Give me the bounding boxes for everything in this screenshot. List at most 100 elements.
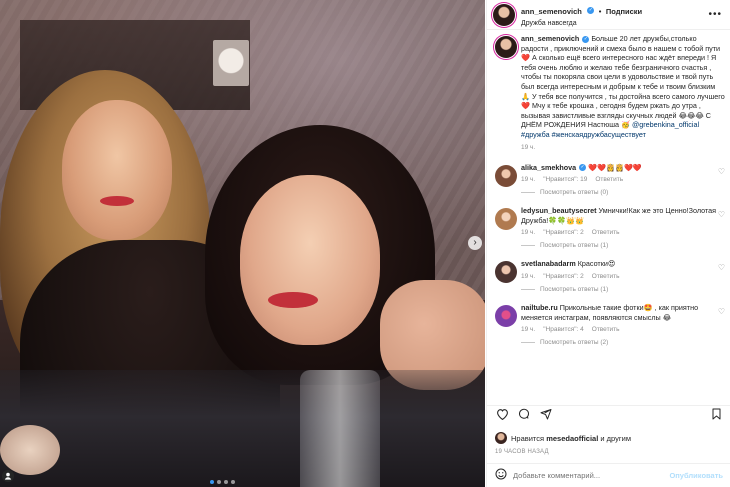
comment-likes[interactable]: "Нравится": 2 [543,273,584,280]
photo-person-right-face [240,175,380,345]
comment-avatar[interactable] [495,208,517,231]
post-location[interactable]: Дружба навсегда [521,20,642,28]
post-header: ann_semenovich ✓ • Подписки Дружба навсе… [487,0,730,30]
comment-meta: 19 ч. "Нравится": 2 Ответить [521,273,725,280]
comment-text-block: ledysun_beautysecret Умнички!Как же это … [521,206,725,225]
comment-avatar[interactable] [495,304,517,327]
verified-badge-icon: ✓ [579,164,587,172]
following-button[interactable]: Подписки [606,7,642,16]
comment-text-block: nailtube.ru Прикольные такие фотки🤩 , ка… [521,303,725,322]
likes-suffix[interactable]: и другим [600,434,631,443]
comment-username[interactable]: alika_smekhova [521,163,576,172]
photo-person-right-lips [268,292,318,308]
comment-meta: 19 ч. "Нравится": 4 Ответить [521,326,725,333]
comment-meta: 19 ч. "Нравится": 2 Ответить [521,229,725,236]
share-icon[interactable] [539,408,553,423]
photo-plate [0,425,60,475]
comment-like-heart-icon[interactable]: ♡ [718,263,725,272]
view-replies-label[interactable]: Посмотреть ответы (1) [540,286,608,293]
view-replies-label[interactable]: Посмотреть ответы (0) [540,189,608,196]
liker-avatar[interactable] [495,432,507,444]
comment-reply-button[interactable]: Ответить [595,176,623,183]
verified-badge-icon: ✓ [587,6,595,14]
post-header-names: ann_semenovich ✓ • Подписки Дружба навсе… [521,1,642,27]
caption-text: Больше 20 лет дружбы,столько радости , п… [521,34,725,130]
add-comment-bar: Опубликовать [487,463,730,487]
comment-item: ledysun_beautysecret Умнички!Как же это … [487,206,730,249]
more-horizontal-icon[interactable]: ••• [708,9,722,20]
caption-mention[interactable]: @grebenkina_official [632,120,699,129]
comment-username[interactable]: svetlanabadarm [521,259,576,268]
carousel-dot [210,480,214,484]
carousel-dot [231,480,235,484]
post-actions-bar [487,405,730,425]
liker-username[interactable]: mesedaofficial [546,434,598,443]
comment-item: nailtube.ru Прикольные такие фотки🤩 , ка… [487,303,730,346]
comment-text: ❤️❤️👸👸❤️❤️ [588,162,642,172]
replies-line [521,192,535,194]
carousel-dot [217,480,221,484]
post-timestamp[interactable]: 19 часов назад [495,449,549,455]
comment-text-block: alika_smekhova ✓ ❤️❤️👸👸❤️❤️ [521,163,725,173]
carousel-dots [210,480,235,484]
caption-hashtags[interactable]: #дружба #женскаядружбасуществует [521,130,646,139]
photo-poster [213,40,249,86]
next-photo-arrow-icon[interactable]: › [468,236,482,250]
likes-summary[interactable]: Нравится mesedaofficial и другим [495,432,631,444]
comment-item: alika_smekhova ✓ ❤️❤️👸👸❤️❤️ 19 ч. "Нрави… [487,163,730,196]
author-avatar[interactable] [493,3,515,26]
comment-likes[interactable]: "Нравится": 4 [543,326,584,333]
comment-reply-button[interactable]: Ответить [592,229,620,236]
caption-username[interactable]: ann_semenovich [521,34,579,43]
photo-person-left-face [62,100,172,240]
caption-author-avatar[interactable] [495,36,517,58]
comment-username[interactable]: nailtube.ru [521,303,558,312]
likes-prefix: Нравится [511,433,545,443]
comment-likes[interactable]: "Нравится": 2 [543,229,584,236]
replies-line [521,342,535,344]
view-replies[interactable]: Посмотреть ответы (1) [521,242,725,249]
comment-time[interactable]: 19 ч. [521,273,535,280]
view-replies-label[interactable]: Посмотреть ответы (2) [540,339,608,346]
post-photo[interactable]: › [0,0,485,487]
comment-item: svetlanabadarm Красотки😍 19 ч. "Нравится… [487,259,730,293]
post-side-panel: ann_semenovich ✓ • Подписки Дружба навсе… [486,0,730,487]
user-tag-icon[interactable] [2,470,14,482]
comment-like-heart-icon[interactable]: ♡ [718,210,725,219]
comment-icon[interactable] [517,408,531,423]
comment-username[interactable]: ledysun_beautysecret [521,206,597,215]
comment-input[interactable] [513,471,670,480]
comment-reply-button[interactable]: Ответить [592,273,620,280]
comment-text: Красотки😍 [577,259,616,269]
view-replies[interactable]: Посмотреть ответы (1) [521,286,725,293]
view-replies-label[interactable]: Посмотреть ответы (1) [540,242,608,249]
view-replies[interactable]: Посмотреть ответы (2) [521,339,725,346]
caption-text-block: ann_semenovich ✓ Больше 20 лет дружбы,ст… [521,34,725,140]
comment-meta: 19 ч. "Нравится": 19 Ответить [521,176,725,183]
comment-time[interactable]: 19 ч. [521,229,535,236]
heart-icon[interactable] [495,408,509,423]
comment-text-block: svetlanabadarm Красотки😍 [521,259,725,269]
emoji-icon[interactable] [495,468,507,483]
comment-time[interactable]: 19 ч. [521,326,535,333]
bookmark-icon[interactable] [709,408,723,423]
caption-meta: 19 ч. [521,144,725,151]
author-username[interactable]: ann_semenovich [521,7,582,16]
replies-line [521,245,535,247]
comment-time[interactable]: 19 ч. [521,176,535,183]
view-replies[interactable]: Посмотреть ответы (0) [521,189,725,196]
photo-glass [300,370,380,487]
caption-time[interactable]: 19 ч. [521,144,535,151]
comment-like-heart-icon[interactable]: ♡ [718,307,725,316]
photo-table [0,370,485,487]
replies-line [521,288,535,290]
post-caption: ann_semenovich ✓ Больше 20 лет дружбы,ст… [487,34,730,151]
comment-reply-button[interactable]: Ответить [592,326,620,333]
comment-like-heart-icon[interactable]: ♡ [718,167,725,176]
publish-button[interactable]: Опубликовать [669,471,723,480]
comment-likes[interactable]: "Нравится": 19 [543,176,587,183]
photo-person-left-lips [100,196,134,206]
comments-list[interactable]: ann_semenovich ✓ Больше 20 лет дружбы,ст… [487,34,730,404]
comment-avatar[interactable] [495,261,517,284]
comment-avatar[interactable] [495,164,517,187]
